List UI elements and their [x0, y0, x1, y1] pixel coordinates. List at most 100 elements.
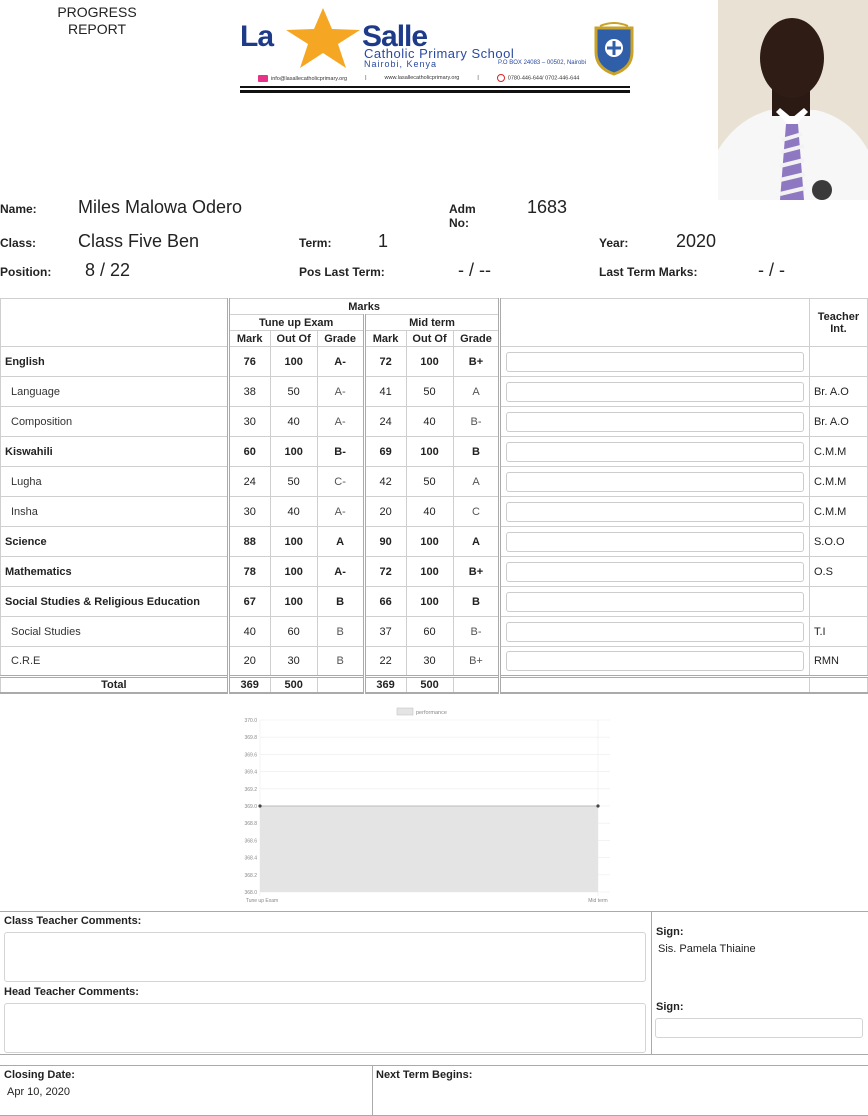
mark-1: 67: [226, 586, 271, 617]
exam2-header: Mid term: [362, 314, 501, 331]
mark-2: 69: [362, 436, 407, 467]
subject-header: [0, 298, 229, 347]
subject-comment-cell: [498, 376, 810, 407]
grade-2: A: [452, 466, 501, 497]
last-term-marks-label: Last Term Marks:: [599, 265, 698, 279]
subject-name: Science: [0, 526, 229, 557]
y-tick-label: 368.8: [244, 821, 257, 827]
teacher-initials: C.M.M: [808, 436, 868, 467]
phone-text: 0780-446-644/ 0702-446-644: [507, 75, 580, 82]
subject-name: Composition: [0, 406, 229, 437]
head-teacher-comments-field[interactable]: [4, 1003, 646, 1053]
adm-label: Adm No:: [449, 202, 476, 230]
sign-label: Sign:: [656, 1001, 684, 1013]
mark-1: 24: [226, 466, 271, 497]
subject-row: Social Studies & Religious Education 67 10…: [0, 586, 868, 617]
report-title-line2: REPORT: [67, 21, 127, 37]
head-teacher-signature-field[interactable]: [655, 1018, 863, 1038]
y-tick-label: 368.2: [244, 873, 257, 879]
subject-comment-field[interactable]: [506, 441, 804, 462]
comments-section: Class Teacher Comments: Head Teacher Com…: [0, 911, 868, 1055]
student-name: Miles Malowa Odero: [78, 197, 243, 217]
performance-area: [260, 806, 598, 892]
comments-header: [498, 298, 810, 347]
teacher-initials: S.O.O: [808, 526, 868, 557]
email-text: info@lasallecatholicprimary.org: [271, 75, 348, 82]
outof-2: 40: [405, 496, 454, 527]
grade-2: C: [452, 496, 501, 527]
subject-comment-field[interactable]: [506, 501, 804, 522]
mark-2: 24: [362, 406, 407, 437]
total-grade-1: [316, 675, 365, 694]
teacher-header-line1: Teacher: [817, 310, 860, 323]
grade-2: A: [452, 526, 501, 557]
teacher-initials: C.M.M: [808, 466, 868, 497]
mark-2: 72: [362, 556, 407, 587]
class-teacher-comments-field[interactable]: [4, 932, 646, 982]
mark-1: 60: [226, 436, 271, 467]
y-tick-label: 369.8: [244, 735, 257, 741]
subject-comment-field[interactable]: [506, 591, 804, 612]
outof-1: 100: [269, 586, 318, 617]
x-tick-label: Mid term: [588, 898, 607, 904]
subject-name: Insha: [0, 496, 229, 527]
mark-2: 42: [362, 466, 407, 497]
subject-comment-cell: [498, 646, 810, 677]
closing-date-value: Apr 10, 2020: [7, 1086, 70, 1098]
outof-2: 100: [405, 556, 454, 587]
subject-comment-cell: [498, 406, 810, 437]
class-teacher-signature: Sis. Pamela Thiaine: [658, 943, 756, 955]
grade-2: B+: [452, 556, 501, 587]
mark-1: 78: [226, 556, 271, 587]
outof-1: 60: [269, 616, 318, 647]
total-grade-2: [452, 675, 501, 694]
adm-label-line2: No:: [449, 216, 469, 230]
subject-comment-field[interactable]: [506, 411, 804, 432]
exam1-header: Tune up Exam: [226, 314, 365, 331]
subject-comment-cell: [498, 616, 810, 647]
subject-row: Composition 30 40 A- 24 40 B- Br. A.O: [0, 406, 868, 437]
mark-2: 66: [362, 586, 407, 617]
y-tick-label: 369.6: [244, 752, 257, 758]
mark-2: 41: [362, 376, 407, 407]
total-mark-2: 369: [362, 675, 407, 694]
subject-comment-field[interactable]: [506, 471, 804, 492]
class-label: Class:: [0, 236, 37, 250]
adm-number: 1683: [527, 197, 568, 217]
y-tick-label: 369.4: [244, 770, 257, 776]
outof-2: 100: [405, 436, 454, 467]
subject-comment-field[interactable]: [506, 381, 804, 402]
mark-1: 40: [226, 616, 271, 647]
marks-table: Marks Teacher Int. Tune up Exam Mid term…: [0, 298, 868, 694]
subject-comment-field[interactable]: [506, 621, 804, 642]
mark-2: 37: [362, 616, 407, 647]
contact-separator: |: [477, 75, 479, 81]
grade-1: A-: [316, 496, 365, 527]
teacher-initials: RMN: [808, 646, 868, 677]
teacher-initials: O.S: [808, 556, 868, 587]
adm-label-line1: Adm: [449, 202, 476, 216]
grade-1: B: [316, 586, 365, 617]
outof-1: 100: [269, 556, 318, 587]
logo-la: La: [240, 20, 274, 53]
grade-col-header: Grade: [316, 330, 365, 347]
subject-comment-field[interactable]: [506, 651, 804, 671]
name-label: Name:: [0, 202, 37, 216]
total-mark-1: 369: [226, 675, 271, 694]
outof-1: 100: [269, 436, 318, 467]
student-photo-image: [718, 0, 868, 200]
subject-comment-cell: [498, 496, 810, 527]
subject-comment-field[interactable]: [506, 351, 804, 372]
subject-row: Mathematics 78 100 A- 72 100 B+ O.S: [0, 556, 868, 587]
class-teacher-comments-label: Class Teacher Comments:: [4, 915, 142, 927]
outof-1: 100: [269, 346, 318, 377]
subject-comment-field[interactable]: [506, 531, 804, 552]
closing-date-label: Closing Date:: [4, 1069, 75, 1081]
subject-comment-cell: [498, 466, 810, 497]
outof-1: 40: [269, 406, 318, 437]
total-teacher: [808, 675, 868, 694]
subject-comment-field[interactable]: [506, 561, 804, 582]
grade-2: A: [452, 376, 501, 407]
head-teacher-comments-label: Head Teacher Comments:: [4, 986, 139, 998]
position-label: Position:: [0, 265, 52, 279]
